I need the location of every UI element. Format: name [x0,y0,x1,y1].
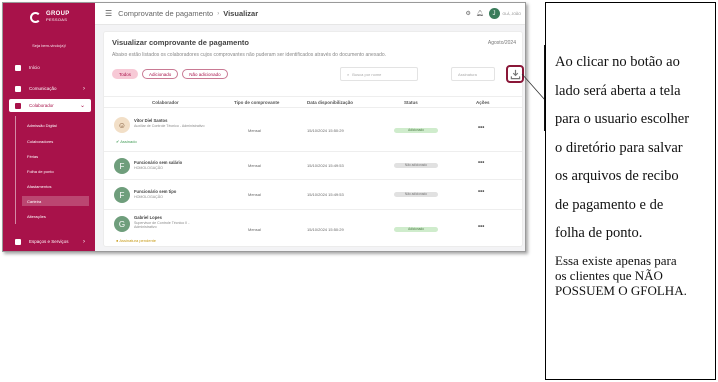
annotation-line: de pagamento e de [555,196,664,213]
annotation-line: para o usuario escolher [555,111,690,127]
annotation-box: Ao clicar no botão ao lado será aberta a… [545,2,716,380]
annotation-line: lado será aberta a tela [555,82,681,99]
annotation-line: Ao clicar no botão ao [555,54,680,70]
annotation-sub-text: Essa existe apenas para os clientes que … [555,253,715,298]
annotation-line: folha de ponto. [555,225,643,241]
annotation-line: POSSUEM O GFOLHA. [555,283,687,298]
annotation-line: o diretório para salvar [555,139,683,156]
annotation-line: os clientes que NÃO [555,268,663,283]
annotation-line: os arquivos de recibo [555,168,679,184]
annotation-main-text: Ao clicar no botão ao lado será aberta a… [555,48,715,248]
annotation-line: Essa existe apenas para [555,253,677,268]
